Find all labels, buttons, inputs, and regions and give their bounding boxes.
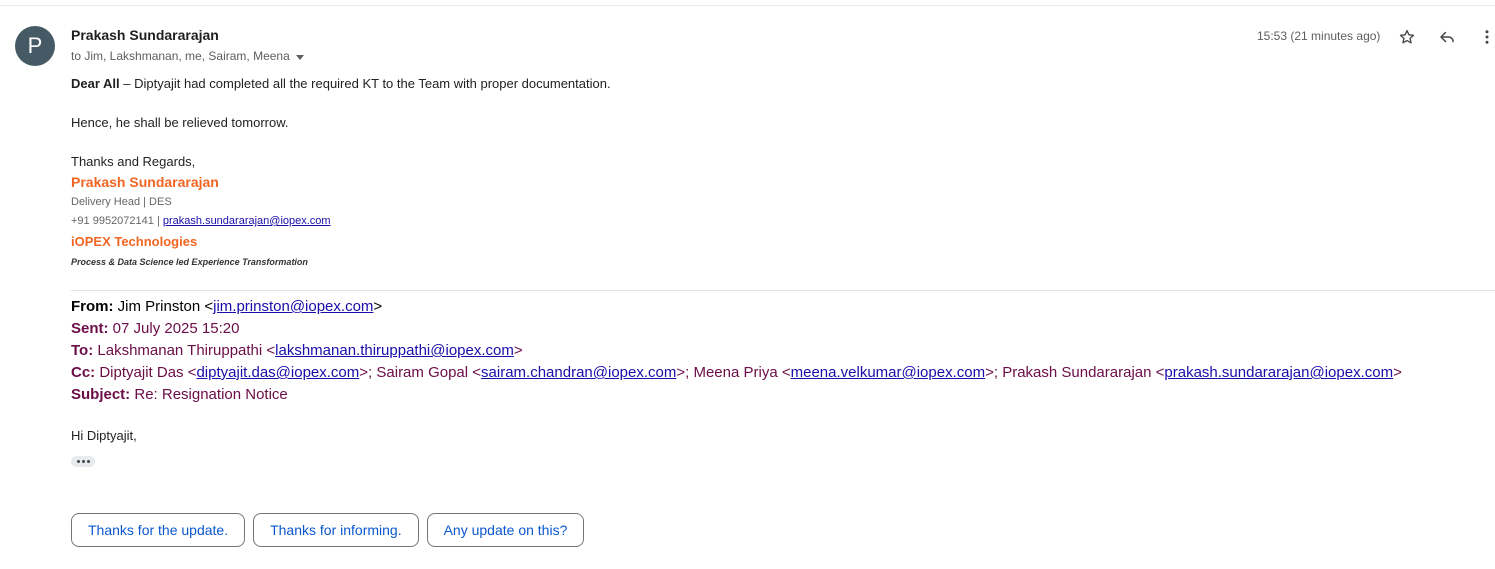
cc-4-email-link[interactable]: prakash.sundararajan@iopex.com: [1164, 364, 1393, 381]
from-label: From:: [71, 298, 114, 315]
subject-label: Subject:: [71, 386, 131, 403]
greeting-bold: Dear All: [71, 76, 120, 91]
quoted-subject-line: Subject: Re: Resignation Notice: [71, 386, 288, 403]
signature-contact: +91 9952072141 | prakash.sundararajan@io…: [71, 215, 331, 227]
quoted-sent-line: Sent: 07 July 2025 15:20: [71, 320, 239, 337]
quoted-to-line: To: Lakshmanan Thiruppathi <lakshmanan.t…: [71, 342, 523, 359]
smart-reply-button[interactable]: Any update on this?: [426, 513, 585, 547]
cc-4-pre: Prakash Sundararajan <: [998, 364, 1165, 381]
sender-name[interactable]: Prakash Sundararajan: [71, 27, 219, 43]
sent-label: Sent:: [71, 320, 109, 337]
message-timestamp: 15:53 (21 minutes ago): [1257, 29, 1381, 43]
cc-2-post: >;: [676, 364, 690, 381]
signature-email-link[interactable]: prakash.sundararajan@iopex.com: [163, 215, 331, 227]
cc-3-email-link[interactable]: meena.velkumar@iopex.com: [791, 364, 985, 381]
more-vert-icon[interactable]: [1476, 26, 1495, 48]
recipients-text: to Jim, Lakshmanan, me, Sairam, Meena: [71, 49, 290, 63]
cc-1-pre: Diptyajit Das <: [95, 364, 197, 381]
reply-icon[interactable]: [1436, 26, 1458, 48]
chevron-down-icon[interactable]: [295, 54, 304, 60]
cc-4-post: >: [1393, 364, 1402, 381]
body-closing: Thanks and Regards,: [71, 154, 196, 169]
smart-reply-button[interactable]: Thanks for informing.: [253, 513, 419, 547]
quoted-greeting: Hi Diptyajit,: [71, 428, 137, 443]
cc-2-pre: Sairam Gopal <: [372, 364, 482, 381]
signature-tagline: Process & Data Science led Experience Tr…: [71, 257, 308, 267]
to-label: To:: [71, 342, 94, 359]
cc-1-post: >;: [359, 364, 373, 381]
from-email-link[interactable]: jim.prinston@iopex.com: [213, 298, 373, 315]
to-email-link[interactable]: lakshmanan.thiruppathi@iopex.com: [275, 342, 514, 359]
star-icon[interactable]: [1396, 26, 1418, 48]
body-line-2: Hence, he shall be relieved tomorrow.: [71, 115, 289, 130]
cc-3-pre: Meena Priya <: [689, 364, 791, 381]
from-end: >: [373, 298, 383, 315]
cc-label: Cc:: [71, 364, 96, 381]
greeting-text: – Diptyajit had completed all the requir…: [119, 76, 611, 91]
from-name: Jim Prinston <: [113, 298, 214, 315]
ellipsis-dot-icon: [76, 460, 80, 463]
ellipsis-dot-icon: [81, 460, 85, 463]
subject-value: Re: Resignation Notice: [130, 386, 288, 403]
cc-2-email-link[interactable]: sairam.chandran@iopex.com: [481, 364, 676, 381]
ellipsis-dot-icon: [86, 460, 90, 463]
quote-divider: [71, 290, 1495, 291]
quoted-from-line: From: Jim Prinston <jim.prinston@iopex.c…: [71, 298, 382, 315]
recipients-summary: to Jim, Lakshmanan, me, Sairam, Meena: [71, 49, 304, 63]
to-name: Lakshmanan Thiruppathi <: [93, 342, 276, 359]
avatar[interactable]: P: [15, 26, 55, 66]
signature-phone: +91 9952072141 |: [71, 215, 163, 227]
smart-reply-button[interactable]: Thanks for the update.: [71, 513, 246, 547]
cc-1-email-link[interactable]: diptyajit.das@iopex.com: [196, 364, 359, 381]
body-greeting: Dear All – Diptyajit had completed all t…: [71, 76, 611, 91]
top-divider: [0, 5, 1495, 6]
signature-title: Delivery Head | DES: [71, 196, 172, 208]
show-trimmed-content-button[interactable]: [71, 456, 95, 467]
sent-value: 07 July 2025 15:20: [108, 320, 240, 337]
signature-name: Prakash Sundararajan: [71, 174, 219, 190]
to-end: >: [513, 342, 523, 359]
smart-reply-row: Thanks for the update. Thanks for inform…: [71, 513, 585, 547]
signature-company: iOPEX Technologies: [71, 234, 198, 249]
quoted-cc-line: Cc: Diptyajit Das <diptyajit.das@iopex.c…: [71, 364, 1402, 381]
cc-3-post: >;: [985, 364, 999, 381]
